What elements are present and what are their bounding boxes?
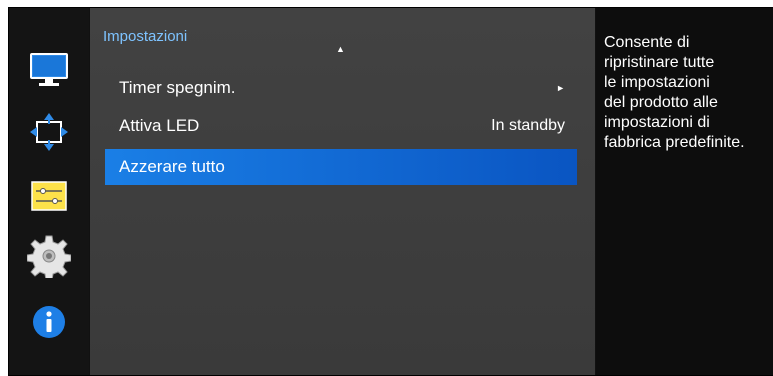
menu-item-value: In standby <box>491 117 565 134</box>
menu-item-attiva-led[interactable]: Attiva LED In standby <box>105 108 577 144</box>
adjust-icon[interactable] <box>9 170 89 222</box>
menu-title: Impostazioni <box>103 28 188 45</box>
scroll-up-arrow-icon[interactable]: ▲ <box>336 44 345 54</box>
osd-category-bar <box>9 8 89 375</box>
menu-item-azzerare-tutto[interactable]: Azzerare tutto <box>105 149 577 185</box>
info-icon[interactable] <box>9 296 89 348</box>
menu-item-label: Timer spegnim. <box>119 78 236 97</box>
picture-icon[interactable] <box>9 44 89 96</box>
description-panel: Consente di ripristinare tutte le impost… <box>596 8 773 375</box>
settings-gear-icon[interactable] <box>9 230 89 282</box>
position-icon[interactable] <box>9 106 89 158</box>
menu-item-label: Attiva LED <box>119 116 200 135</box>
menu-item-timer-spegnim[interactable]: Timer spegnim. ► <box>105 70 577 106</box>
submenu-arrow-icon: ► <box>556 83 565 93</box>
description-text: Consente di ripristinare tutte le impost… <box>604 34 745 151</box>
settings-menu-panel: Impostazioni ▲ Timer spegnim. ► Attiva L… <box>90 8 595 375</box>
menu-item-label: Azzerare tutto <box>119 157 225 176</box>
